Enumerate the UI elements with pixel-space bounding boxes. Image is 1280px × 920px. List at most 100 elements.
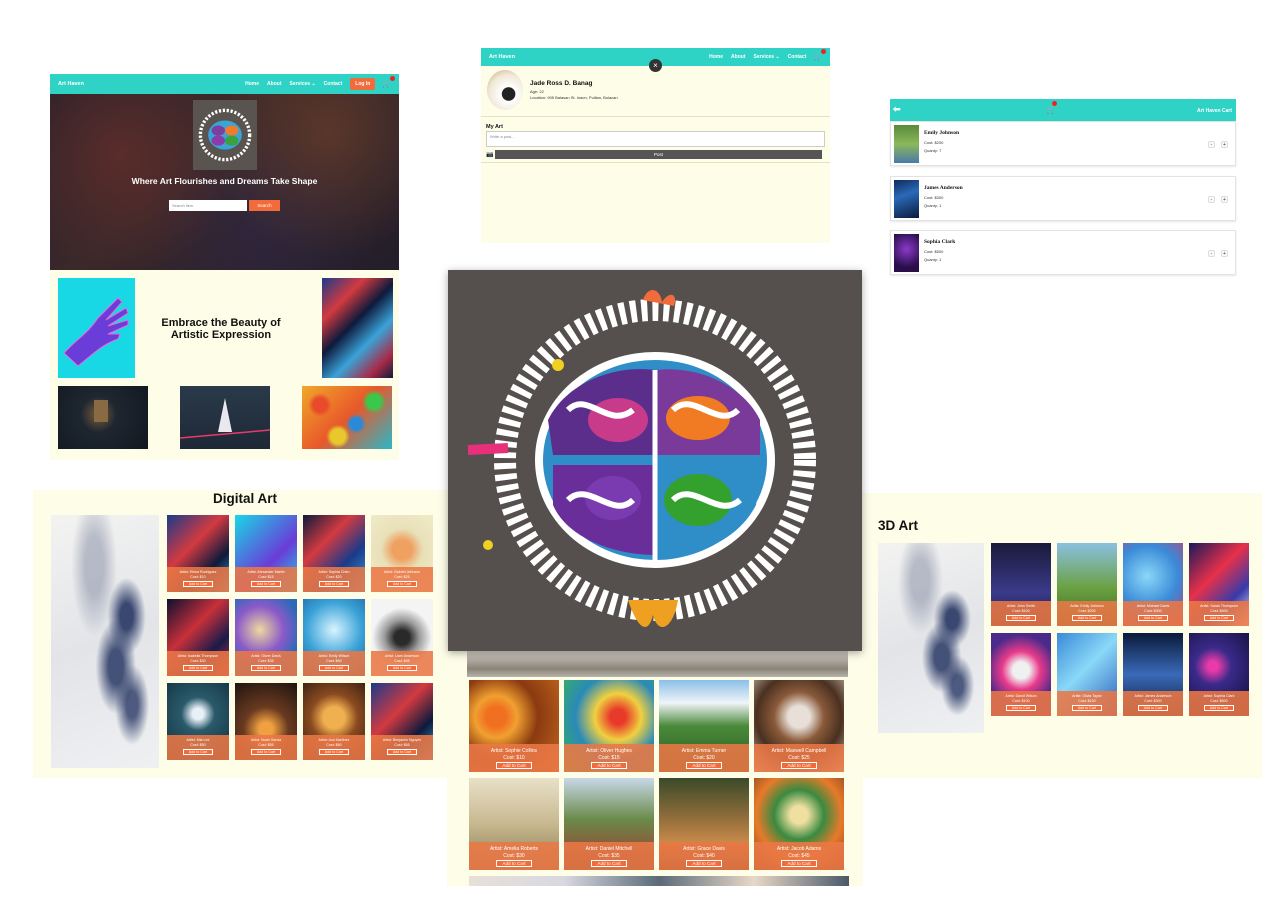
close-icon[interactable]: ×	[649, 59, 662, 72]
abstract-artwork[interactable]	[302, 386, 392, 449]
add-to-cart-button[interactable]: Add to Cart	[496, 860, 532, 867]
art-card[interactable]: Artist: Michael Davis Cost: $300 Add to Ca…	[1123, 543, 1183, 626]
add-to-cart-button[interactable]: Add to Cart	[319, 581, 349, 587]
cube-artwork[interactable]	[58, 386, 148, 449]
art-card[interactable]: Artist: Daniel Mitchell Cost: $35 Add to C…	[564, 778, 654, 870]
decrease-button[interactable]: -	[1208, 196, 1215, 203]
nav-home[interactable]: Home	[245, 81, 259, 87]
add-to-cart-button[interactable]: Add to Cart	[686, 762, 722, 769]
add-to-cart-button[interactable]: Add to Cart	[251, 581, 281, 587]
add-to-cart-button[interactable]: Add to Cart	[183, 581, 213, 587]
post-button[interactable]: Post	[495, 150, 822, 159]
add-to-cart-button[interactable]: Add to Cart	[1072, 705, 1102, 711]
increase-button[interactable]: +	[1221, 141, 1228, 148]
art-card[interactable]: Artist: Amelia Roberts Cost: $30 Add to Ca…	[469, 778, 559, 870]
art-card[interactable]: Artist: Emma Turner Cost: $20 Add to Cart	[659, 680, 749, 772]
art-card[interactable]: Artist: Benjamin Nguyen Cost: $65 Add to C…	[371, 683, 433, 760]
login-button[interactable]: Log In	[350, 78, 376, 90]
art-card[interactable]: Artist: James Anderson Cost: $300 Add to C…	[1123, 633, 1183, 716]
art-card[interactable]: Artist: Sarah Thompson Cost: $400 Add to C…	[1189, 543, 1249, 626]
art-card[interactable]: Artist: Mia Lee Cost: $50 Add to Cart	[167, 683, 229, 760]
add-to-cart-button[interactable]: Add to Cart	[1006, 705, 1036, 711]
increase-button[interactable]: +	[1221, 250, 1228, 257]
decrease-button[interactable]: -	[1208, 250, 1215, 257]
hand-artwork[interactable]	[58, 278, 135, 378]
add-to-cart-button[interactable]: Add to Cart	[1072, 615, 1102, 621]
art-card[interactable]: Artist: Emily Johnson Cost: $200 Add to Ca…	[1057, 543, 1117, 626]
add-to-cart-button[interactable]: Add to Cart	[319, 665, 349, 671]
search-button[interactable]: Search	[249, 200, 280, 211]
art-card[interactable]: Artist: John Smith Cost: $100 Add to Cart	[991, 543, 1051, 626]
add-to-cart-button[interactable]: Add to Cart	[686, 860, 722, 867]
featured-artwork[interactable]	[878, 543, 984, 733]
art-card-caption: Artist: Olivia Taylor Cost: $100 Add to Ca…	[1057, 691, 1117, 716]
add-to-cart-button[interactable]: Add to Cart	[387, 749, 417, 755]
cart-icon[interactable]: 🛒	[1046, 101, 1057, 114]
add-to-cart-button[interactable]: Add to Cart	[591, 762, 627, 769]
art-card[interactable]: Artist: David Wilson Cost: $100 Add to Car…	[991, 633, 1051, 716]
art-card[interactable]: Artist: Oliver Davis Cost: $35 Add to Cart	[235, 599, 297, 676]
increase-button[interactable]: +	[1221, 196, 1228, 203]
art-card[interactable]: Artist: Noah Garcia Cost: $55 Add to Cart	[235, 683, 297, 760]
add-to-cart-button[interactable]: Add to Cart	[183, 665, 213, 671]
art-card[interactable]: Artist: Sophia Clark Cost: $500 Add to Car…	[1189, 633, 1249, 716]
featured-artwork[interactable]	[51, 515, 159, 768]
camera-icon[interactable]: 📷	[486, 151, 493, 158]
add-to-cart-button[interactable]: Add to Cart	[319, 749, 349, 755]
nav-about[interactable]: About	[731, 54, 745, 60]
art-card[interactable]: Artist: Liam Anderson Cost: $45 Add to Car…	[371, 599, 433, 676]
art-card[interactable]: Artist: Jacob Adams Cost: $45 Add to Cart	[754, 778, 844, 870]
add-to-cart-button[interactable]: Add to Cart	[781, 762, 817, 769]
art-card[interactable]: Artist: Oliver Hughes Cost: $15 Add to Car…	[564, 680, 654, 772]
banner-strip	[467, 650, 848, 677]
nav-services[interactable]: Services ⌄	[290, 81, 316, 87]
avatar[interactable]	[487, 70, 523, 110]
add-to-cart-button[interactable]: Add to Cart	[1204, 705, 1234, 711]
profile-age: Age: 22	[530, 89, 544, 94]
add-to-cart-button[interactable]: Add to Cart	[1138, 615, 1168, 621]
art-card-caption: Artist: Emily Wilson Cost: $40 Add to Cart	[303, 651, 365, 676]
nav-services[interactable]: Services ⌄	[754, 54, 780, 60]
add-to-cart-button[interactable]: Add to Cart	[496, 762, 532, 769]
back-arrow-icon[interactable]: ⬅	[893, 104, 901, 115]
marble-artwork[interactable]	[322, 278, 393, 378]
cart-item-cost: Cost: $200	[924, 140, 944, 145]
add-to-cart-button[interactable]: Add to Cart	[387, 581, 417, 587]
add-to-cart-button[interactable]: Add to Cart	[387, 665, 417, 671]
art-card[interactable]: Artist: Gabriel Johnson Cost: $25 Add to C…	[371, 515, 433, 592]
add-to-cart-button[interactable]: Add to Cart	[781, 860, 817, 867]
pyramid-artwork[interactable]	[179, 386, 271, 449]
add-to-cart-button[interactable]: Add to Cart	[1204, 615, 1234, 621]
art-cost: Cost: $55	[258, 743, 274, 747]
nav-contact[interactable]: Contact	[788, 54, 807, 60]
art-card[interactable]: Artist: Isabella Thompson Cost: $30 Add to…	[167, 599, 229, 676]
decrease-button[interactable]: -	[1208, 141, 1215, 148]
cart-icon[interactable]: 🛒	[813, 49, 826, 61]
cart-icon[interactable]: 🛒	[382, 76, 395, 88]
art-card[interactable]: Artist: Elena Rodriguez Cost: $10 Add to C…	[167, 515, 229, 592]
nav-about[interactable]: About	[267, 81, 281, 87]
nav-contact[interactable]: Contact	[324, 81, 343, 87]
art-card[interactable]: Artist: Alexander Martin Cost: $15 Add to …	[235, 515, 297, 592]
art-card[interactable]: Artist: Olivia Taylor Cost: $100 Add to Ca…	[1057, 633, 1117, 716]
art-cost: Cost: $25	[788, 754, 810, 761]
add-to-cart-button[interactable]: Add to Cart	[251, 665, 281, 671]
search-input[interactable]: Search item	[169, 200, 247, 211]
art-cost: Cost: $300	[1144, 609, 1162, 613]
art-card[interactable]: Artist: Sophie Collins Cost: $10 Add to Ca…	[469, 680, 559, 772]
post-input[interactable]: Write a post...	[486, 131, 825, 147]
art-card[interactable]: Artist: Sophia Chen Cost: $20 Add to Cart	[303, 515, 365, 592]
add-to-cart-button[interactable]: Add to Cart	[1006, 615, 1036, 621]
art-card[interactable]: Artist: Ava Martinez Cost: $60 Add to Cart	[303, 683, 365, 760]
art-card[interactable]: Artist: Emily Wilson Cost: $40 Add to Cart	[303, 599, 365, 676]
add-to-cart-button[interactable]: Add to Cart	[591, 860, 627, 867]
art-card[interactable]: Artist: Grace Davis Cost: $40 Add to Cart	[659, 778, 749, 870]
brand-name[interactable]: Art Haven	[58, 81, 237, 87]
add-to-cart-button[interactable]: Add to Cart	[183, 749, 213, 755]
art-card[interactable]: Artist: Maxwell Campbell Cost: $25 Add to …	[754, 680, 844, 772]
cart-item-image	[894, 125, 919, 163]
brand-name[interactable]: Art Haven	[489, 54, 701, 60]
nav-home[interactable]: Home	[709, 54, 723, 60]
add-to-cart-button[interactable]: Add to Cart	[251, 749, 281, 755]
add-to-cart-button[interactable]: Add to Cart	[1138, 705, 1168, 711]
